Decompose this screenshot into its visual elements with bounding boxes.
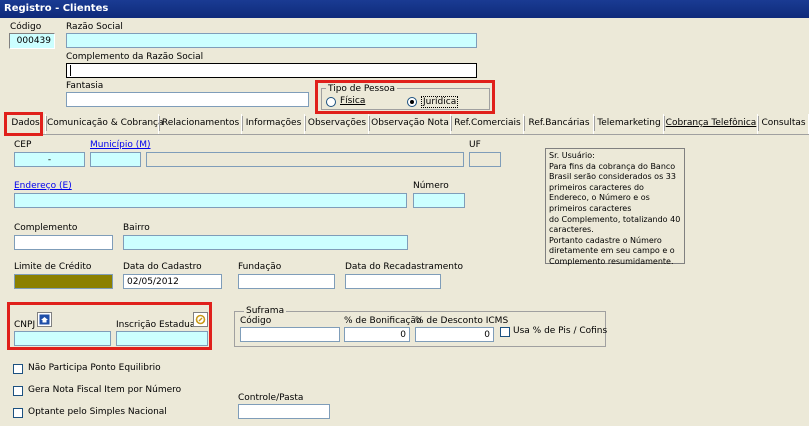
simples-nacional-label: Optante pelo Simples Nacional: [28, 407, 167, 417]
tab-observacao-nota[interactable]: Observação Nota: [370, 114, 452, 134]
text-cursor: [70, 65, 71, 76]
note-line: primeiros caracteres: [549, 203, 632, 213]
limite-credito-field[interactable]: [14, 274, 113, 289]
municipio-name-field: [146, 152, 464, 167]
bairro-label: Bairro: [123, 223, 150, 233]
tab-informacoes[interactable]: Informações: [243, 114, 306, 134]
razao-social-field[interactable]: [66, 33, 477, 48]
codigo-field[interactable]: 000439: [9, 33, 55, 49]
note-line: Complemento resumidamente.: [549, 256, 674, 266]
endereco-link[interactable]: Endereço (E): [14, 181, 72, 192]
municipio-link[interactable]: Município (M): [90, 140, 151, 151]
numero-label: Número: [413, 181, 449, 191]
juridica-label[interactable]: Jurídica: [421, 96, 459, 108]
razao-social-label: Razão Social: [66, 22, 123, 32]
data-recadastramento-label: Data do Recadastramento: [345, 262, 463, 272]
tipo-pessoa-title: Tipo de Pessoa: [326, 84, 397, 94]
tab-relacionamentos[interactable]: Relacionamentos: [160, 114, 243, 134]
tab-ref-bancarias[interactable]: Ref.Bancárias: [525, 114, 595, 134]
data-recadastramento-field[interactable]: [345, 274, 441, 289]
note-line: Endereco, o Número e os: [549, 193, 650, 203]
limite-credito-label: Limite de Crédito: [14, 262, 92, 272]
cobranca-note: Sr. Usuário: Para fins da cobrança do Ba…: [545, 148, 685, 266]
tab-bar: Dados Comunicação & Cobrança Relacioname…: [4, 114, 809, 134]
tab-comunicacao-cobranca[interactable]: Comunicação & Cobrança: [47, 114, 164, 134]
tab-cobranca-telefonica[interactable]: Cobrança Telefônica: [665, 114, 759, 134]
controle-pasta-field[interactable]: [238, 404, 330, 419]
note-line: primeiros caracteres do: [549, 182, 644, 192]
note-line: diretamente em seu campo e o: [549, 246, 675, 256]
window-title: Registro - Clientes: [0, 0, 809, 18]
cnpj-label: CNPJ: [14, 320, 36, 330]
ponto-equilibrio-checkbox[interactable]: [13, 364, 23, 374]
numero-field[interactable]: [413, 193, 465, 208]
suframa-title: Suframa: [244, 306, 287, 316]
fisica-radio[interactable]: [326, 97, 336, 107]
juridica-radio[interactable]: [407, 97, 417, 107]
uf-field: [469, 152, 501, 167]
note-line: Brasil serão considerados os 33: [549, 172, 676, 182]
complemento-label: Complemento: [14, 223, 78, 233]
note-line: Para fins da cobrança do Banco: [549, 161, 676, 171]
codigo-label: Código: [10, 22, 42, 32]
nota-fiscal-numero-label: Gera Nota Fiscal Item por Número: [28, 385, 182, 395]
nota-fiscal-numero-checkbox[interactable]: [13, 386, 23, 396]
bonificacao-label: % de Bonificação: [344, 316, 422, 326]
cep-label: CEP: [14, 140, 32, 150]
inscricao-estadual-field[interactable]: [116, 331, 208, 346]
note-line: Portanto cadastre o Número: [549, 235, 662, 245]
municipio-code-field[interactable]: [90, 152, 141, 167]
cnpj-lookup-icon[interactable]: [37, 312, 52, 327]
bairro-field[interactable]: [123, 235, 408, 250]
suframa-codigo-field[interactable]: [240, 327, 340, 342]
complemento-field[interactable]: [14, 235, 113, 250]
bonificacao-field[interactable]: 0: [344, 327, 410, 342]
fundacao-label: Fundação: [238, 262, 282, 272]
controle-pasta-label: Controle/Pasta: [238, 393, 304, 403]
complemento-razao-field[interactable]: [66, 63, 477, 78]
desconto-icms-field[interactable]: 0: [415, 327, 494, 342]
fantasia-field[interactable]: [66, 92, 309, 107]
uf-label: UF: [469, 140, 481, 150]
cnpj-field[interactable]: [14, 331, 111, 346]
endereco-field[interactable]: [14, 193, 407, 208]
ponto-equilibrio-label: Não Participa Ponto Equilibrio: [28, 363, 161, 373]
tab-observacoes[interactable]: Observações: [306, 114, 370, 134]
desconto-icms-label: % de Desconto ICMS: [415, 316, 509, 326]
inscricao-estadual-label: Inscrição Estadual: [116, 320, 198, 330]
simples-nacional-checkbox[interactable]: [13, 408, 23, 418]
note-line: do Complemento, totalizando 40: [549, 214, 681, 224]
fisica-label[interactable]: Física: [340, 96, 365, 107]
data-cadastro-field[interactable]: 02/05/2012: [123, 274, 222, 289]
note-line: Sr. Usuário:: [549, 151, 595, 160]
tab-dados-highlight: [4, 112, 43, 136]
pis-cofins-checkbox[interactable]: [500, 327, 510, 337]
tab-ref-comerciais[interactable]: Ref.Comerciais: [452, 114, 525, 134]
suframa-codigo-label: Código: [240, 316, 272, 326]
complemento-razao-label: Complemento da Razão Social: [66, 52, 204, 62]
fundacao-field[interactable]: [238, 274, 335, 289]
fantasia-label: Fantasia: [66, 81, 104, 91]
pis-cofins-label: Usa % de Pis / Cofins: [513, 326, 608, 336]
inscricao-estadual-lookup-icon[interactable]: [193, 312, 208, 327]
tab-telemarketing[interactable]: Telemarketing: [595, 114, 665, 134]
cep-field[interactable]: -: [14, 152, 85, 167]
data-cadastro-label: Data do Cadastro: [123, 262, 202, 272]
tab-consultas[interactable]: Consultas: [759, 114, 809, 134]
note-line: caracteres.: [549, 225, 594, 235]
tab-divider: [4, 134, 809, 135]
